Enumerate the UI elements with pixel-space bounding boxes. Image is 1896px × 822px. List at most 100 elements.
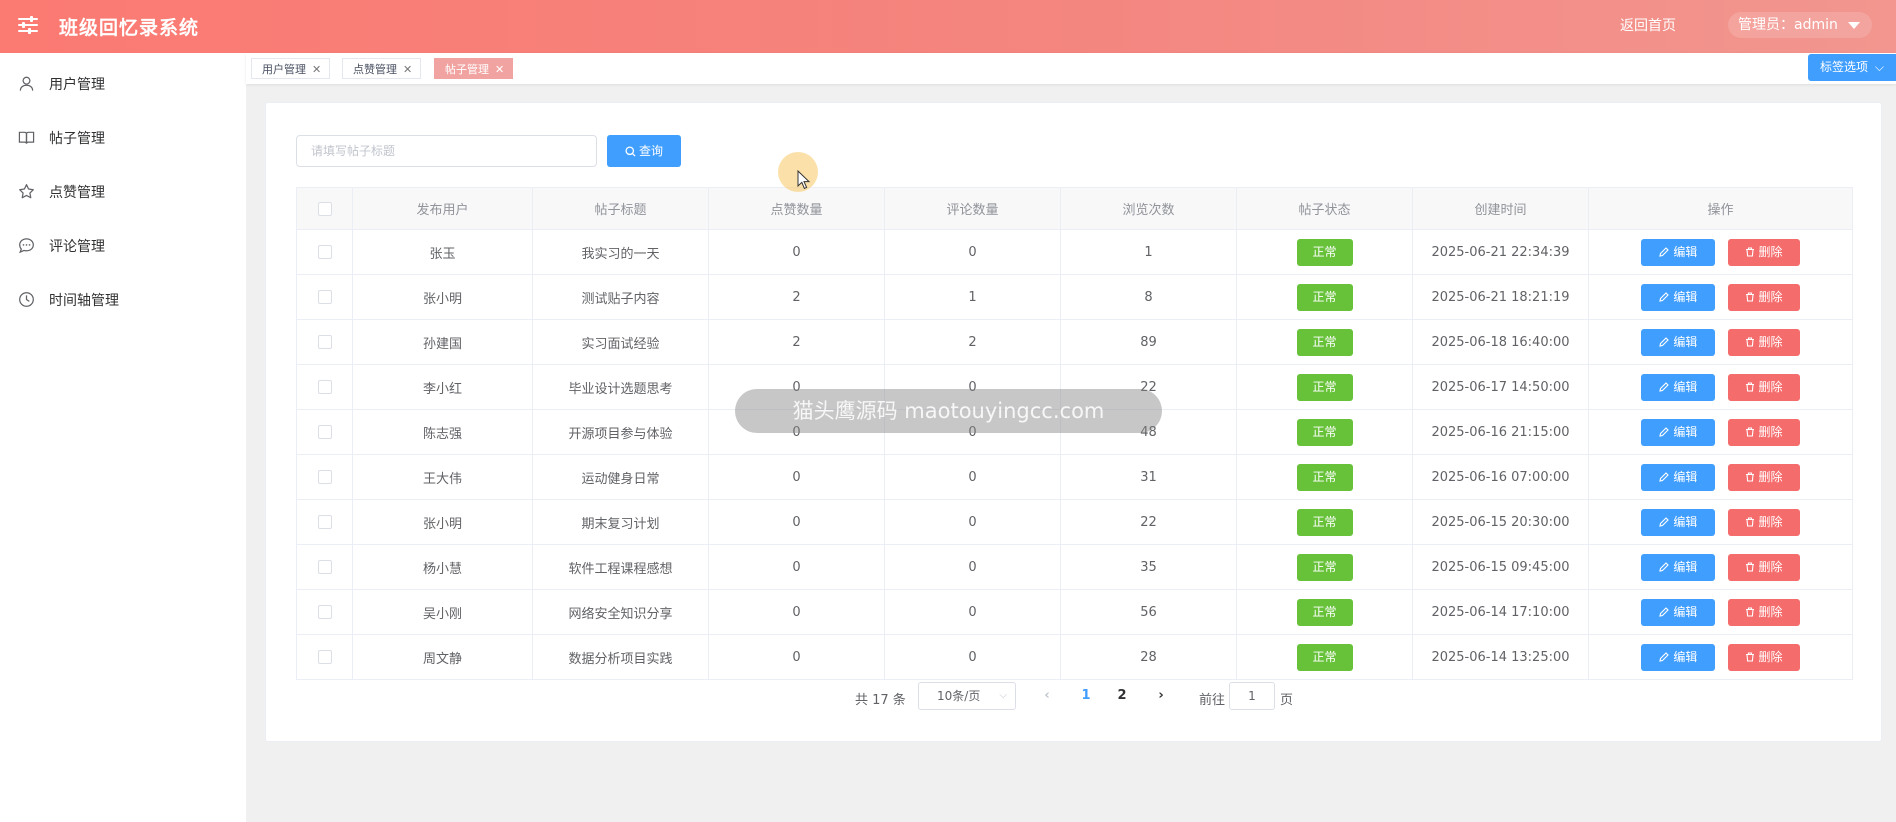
select-all-checkbox[interactable] [317, 201, 332, 216]
delete-button[interactable]: 删除 [1727, 553, 1800, 581]
tab-users[interactable]: 用户管理 ✕ [251, 58, 331, 79]
sidebar-item-timeline[interactable]: 时间轴管理 [0, 273, 246, 327]
page-size-select[interactable]: 10条/页 ⌵ [918, 682, 1016, 710]
page-button-2[interactable]: 2 [1108, 682, 1136, 710]
status-badge[interactable]: 正常 [1296, 238, 1353, 266]
tab-label: 用户管理 [262, 63, 306, 76]
post-created: 2025-06-21 22:34:39 [1412, 229, 1589, 275]
status-badge[interactable]: 正常 [1296, 643, 1353, 671]
delete-button[interactable]: 删除 [1727, 283, 1800, 311]
edit-button[interactable]: 编辑 [1641, 328, 1716, 356]
sidebar-item-comments[interactable]: 评论管理 [0, 219, 246, 273]
delete-button[interactable]: 删除 [1727, 418, 1800, 446]
column-header: 评论数量 [884, 187, 1061, 230]
tab-likes[interactable]: 点赞管理 ✕ [342, 58, 422, 79]
trash-icon [1745, 651, 1754, 662]
tab-posts[interactable]: 帖子管理 ✕ [434, 58, 514, 79]
post-likes: 2 [708, 274, 885, 320]
table-row: 孙建国 实习面试经验 2 2 89 正常 2025-06-18 16:40:00… [296, 319, 1853, 365]
sliders-icon[interactable] [17, 14, 39, 36]
row-checkbox[interactable] [317, 245, 332, 259]
row-select-cell [296, 319, 353, 365]
status-badge[interactable]: 正常 [1296, 373, 1353, 401]
admin-dropdown[interactable]: 管理员：admin [1728, 12, 1872, 38]
status-badge[interactable]: 正常 [1296, 328, 1353, 356]
row-checkbox[interactable] [317, 335, 332, 349]
edit-button[interactable]: 编辑 [1641, 553, 1716, 581]
edit-button[interactable]: 编辑 [1641, 463, 1716, 491]
actions-cell: 编辑 删除 [1588, 454, 1853, 500]
post-likes: 0 [708, 499, 885, 545]
table-row: 张玉 我实习的一天 0 0 1 正常 2025-06-21 22:34:39 编… [296, 229, 1853, 275]
delete-button[interactable]: 删除 [1727, 643, 1800, 671]
status-badge[interactable]: 正常 [1296, 553, 1353, 581]
column-header: 帖子状态 [1236, 187, 1413, 230]
page-button-1[interactable]: 1 [1072, 682, 1100, 710]
post-title: 开源项目参与体验 [532, 409, 709, 455]
status-badge[interactable]: 正常 [1296, 463, 1353, 491]
post-likes: 0 [708, 589, 885, 635]
edit-button[interactable]: 编辑 [1641, 238, 1716, 266]
home-link[interactable]: 返回首页 [1620, 15, 1676, 35]
status-badge[interactable]: 正常 [1296, 418, 1353, 446]
next-page-button[interactable]: › [1147, 682, 1175, 710]
row-checkbox[interactable] [317, 380, 332, 394]
delete-button[interactable]: 删除 [1727, 238, 1800, 266]
table-body: 张玉 我实习的一天 0 0 1 正常 2025-06-21 22:34:39 编… [296, 229, 1853, 680]
row-checkbox[interactable] [317, 560, 332, 574]
search-input[interactable] [296, 135, 597, 167]
close-icon[interactable]: ✕ [403, 63, 412, 76]
edit-button[interactable]: 编辑 [1641, 643, 1716, 671]
post-title: 测试贴子内容 [532, 274, 709, 320]
sidebar-item-users[interactable]: 用户管理 [0, 57, 246, 111]
row-checkbox[interactable] [317, 605, 332, 619]
row-select-cell [296, 499, 353, 545]
row-checkbox[interactable] [317, 470, 332, 484]
status-badge[interactable]: 正常 [1296, 508, 1353, 536]
row-checkbox[interactable] [317, 425, 332, 439]
post-status-cell: 正常 [1236, 589, 1413, 635]
posts-table: 发布用户 帖子标题 点赞数量 评论数量 浏览次数 帖子状态 创建时间 操作 张玉… [296, 187, 1853, 680]
row-select-cell [296, 409, 353, 455]
row-checkbox[interactable] [317, 650, 332, 664]
row-checkbox[interactable] [317, 290, 332, 304]
edit-button[interactable]: 编辑 [1641, 418, 1716, 446]
app-title: 班级回忆录系统 [59, 17, 200, 39]
delete-button[interactable]: 删除 [1727, 463, 1800, 491]
prev-page-button[interactable]: ‹ [1033, 682, 1061, 710]
row-checkbox[interactable] [317, 515, 332, 529]
edit-button-label: 编辑 [1673, 604, 1698, 619]
trash-icon [1745, 516, 1754, 527]
sidebar-item-posts[interactable]: 帖子管理 [0, 111, 246, 165]
delete-button[interactable]: 删除 [1727, 373, 1800, 401]
column-header: 操作 [1588, 187, 1853, 230]
edit-button[interactable]: 编辑 [1641, 598, 1716, 626]
post-views: 31 [1060, 454, 1237, 500]
delete-button[interactable]: 删除 [1727, 508, 1800, 536]
post-comments: 0 [884, 634, 1061, 680]
status-badge[interactable]: 正常 [1296, 598, 1353, 626]
post-created: 2025-06-15 09:45:00 [1412, 544, 1589, 590]
status-badge[interactable]: 正常 [1296, 283, 1353, 311]
select-all-cell [296, 187, 353, 230]
post-views: 56 [1060, 589, 1237, 635]
close-icon[interactable]: ✕ [312, 63, 321, 76]
search-button[interactable]: 查询 [607, 135, 681, 167]
post-title: 实习面试经验 [532, 319, 709, 365]
star-icon [19, 184, 34, 199]
close-icon[interactable]: ✕ [495, 63, 504, 76]
sidebar-item-likes[interactable]: 点赞管理 [0, 165, 246, 219]
tab-options-button[interactable]: 标签选项 ⌵ [1808, 54, 1896, 81]
post-views: 89 [1060, 319, 1237, 365]
edit-button[interactable]: 编辑 [1641, 283, 1716, 311]
clock-icon [19, 292, 34, 307]
edit-button[interactable]: 编辑 [1641, 508, 1716, 536]
edit-button[interactable]: 编辑 [1641, 373, 1716, 401]
goto-page-input[interactable] [1229, 682, 1275, 710]
actions-cell: 编辑 删除 [1588, 274, 1853, 320]
trash-icon [1745, 246, 1754, 257]
row-select-cell [296, 454, 353, 500]
delete-button[interactable]: 删除 [1727, 598, 1800, 626]
delete-button[interactable]: 删除 [1727, 328, 1800, 356]
post-likes: 0 [708, 634, 885, 680]
